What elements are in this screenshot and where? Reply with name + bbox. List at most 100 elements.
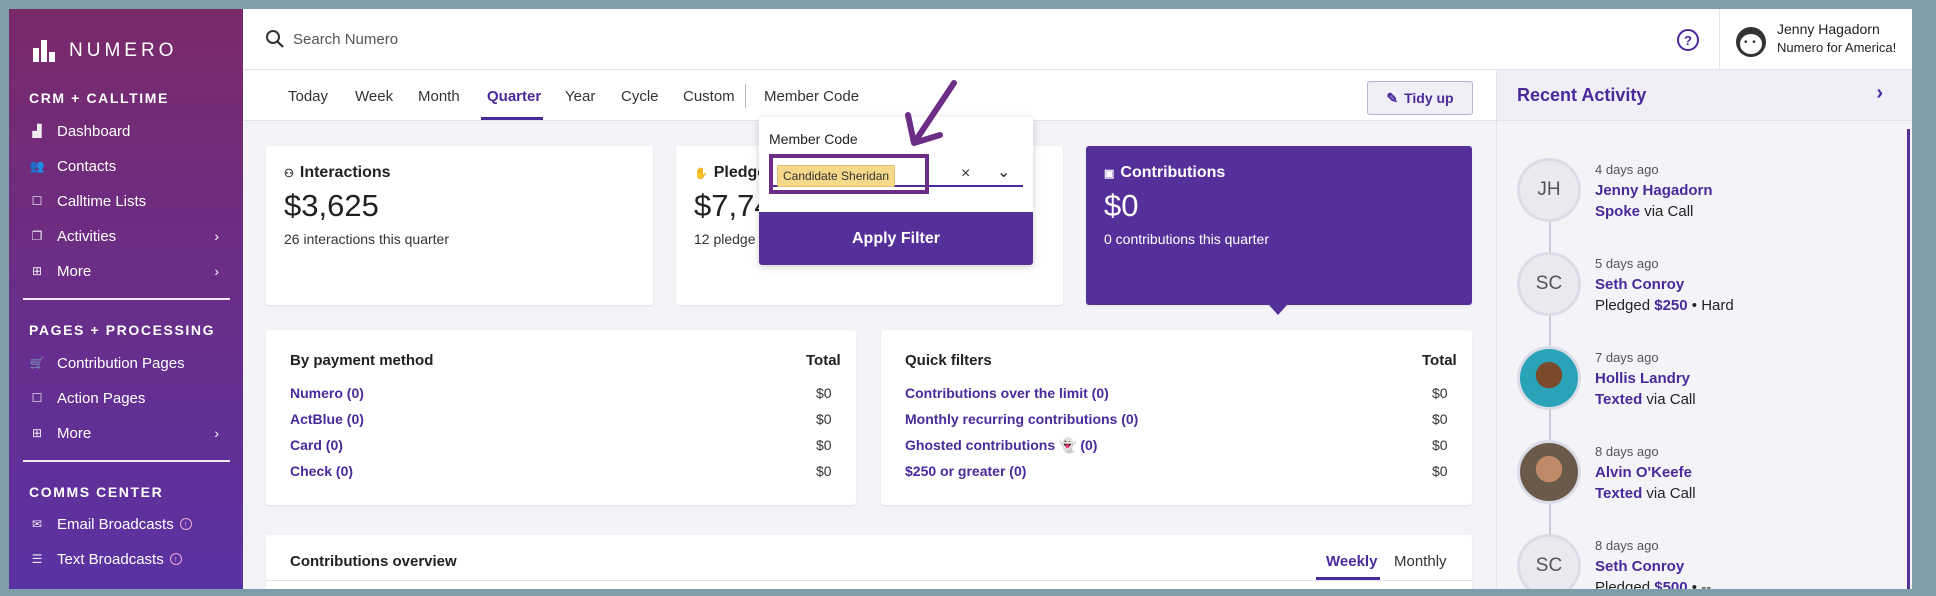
payment-row-check[interactable]: Check (0) — [290, 463, 353, 479]
payment-method-card: By payment method Total Numero (0) $0 Ac… — [266, 330, 856, 505]
sidebar-item-email-broadcasts[interactable]: ✉ Email Broadcasts ↑ — [29, 512, 229, 536]
sidebar-item-label: Dashboard — [57, 122, 131, 140]
activity-time: 7 days ago — [1595, 350, 1659, 365]
tidy-up-label: Tidy up — [1404, 90, 1454, 106]
activity-detail: via Call — [1646, 391, 1696, 408]
search-input[interactable] — [293, 27, 993, 51]
activity-detail: via Call — [1644, 203, 1694, 220]
sidebar-item-contribution-pages[interactable]: 🛒 Contribution Pages — [29, 351, 229, 375]
sidebar-item-label: Activities — [57, 227, 117, 245]
quick-filter-value: $0 — [1432, 437, 1448, 453]
quick-filter-over-limit[interactable]: Contributions over the limit (0) — [905, 385, 1109, 401]
sidebar-item-more-crm[interactable]: ⊞ More › — [29, 259, 229, 283]
tab-weekly[interactable]: Weekly — [1326, 553, 1377, 570]
recent-activity-panel: Recent Activity › JH 4 days ago Jenny Ha… — [1496, 70, 1912, 589]
tab-week[interactable]: Week — [355, 88, 393, 105]
avatar[interactable] — [1517, 346, 1581, 410]
avatar[interactable]: SC — [1517, 252, 1581, 316]
sidebar-item-contacts[interactable]: 👥 Contacts — [29, 154, 229, 178]
activity-name[interactable]: Seth Conroy — [1595, 558, 1684, 575]
sidebar-item-more-pages[interactable]: ⊞ More › — [29, 421, 229, 445]
recent-activity-scrollbar[interactable] — [1907, 129, 1910, 589]
section-title-comms: COMMS CENTER — [29, 484, 164, 500]
activity-time: 8 days ago — [1595, 444, 1659, 459]
sidebar-item-label: Email Broadcasts — [57, 515, 174, 533]
interactions-title: ⚇ Interactions — [284, 164, 391, 182]
quick-filter-value: $0 — [1432, 411, 1448, 427]
annotation-arrow-icon — [905, 80, 957, 146]
sidebar-item-label: Text Broadcasts — [57, 550, 164, 568]
chevron-right-icon[interactable]: › — [1876, 82, 1883, 105]
activity-name[interactable]: Jenny Hagadorn — [1595, 182, 1713, 199]
app-window: NUMERO CRM + CALLTIME ▟ Dashboard 👥 Cont… — [9, 9, 1912, 589]
user-avatar[interactable] — [1736, 27, 1766, 57]
recent-activity-header: Recent Activity › — [1497, 70, 1912, 121]
avatar[interactable] — [1517, 440, 1581, 504]
payment-row-actblue[interactable]: ActBlue (0) — [290, 411, 364, 427]
sidebar-item-label: More — [57, 262, 92, 280]
tab-cycle[interactable]: Cycle — [621, 88, 659, 105]
sidebar-item-action-pages[interactable]: ☐ Action Pages — [29, 386, 229, 410]
avatar[interactable]: SC — [1517, 534, 1581, 589]
activity-action: Pledged — [1595, 297, 1651, 314]
activity-amount: $500 — [1654, 579, 1688, 589]
payment-row-numero[interactable]: Numero (0) — [290, 385, 364, 401]
quick-total-header: Total — [1422, 352, 1457, 369]
sidebar-item-label: More — [57, 424, 92, 442]
tab-month[interactable]: Month — [418, 88, 460, 105]
quick-filter-250-or-greater[interactable]: $250 or greater (0) — [905, 463, 1026, 479]
contributions-overview-card: Contributions overview Weekly Monthly — [266, 535, 1472, 589]
member-code-filter[interactable]: Member Code — [764, 88, 859, 105]
clear-icon[interactable]: × — [961, 165, 970, 183]
magic-wand-icon: ✎ — [1386, 89, 1399, 106]
tab-divider — [745, 84, 746, 108]
activity-name[interactable]: Alvin O'Keefe — [1595, 464, 1692, 481]
payment-value: $0 — [816, 385, 832, 401]
chevron-down-icon[interactable]: ⌄ — [997, 162, 1010, 182]
pledges-sub: 12 pledge — [694, 231, 756, 247]
tab-year[interactable]: Year — [565, 88, 595, 105]
logo-mark-icon — [31, 36, 61, 66]
tidy-up-button[interactable]: ✎ Tidy up — [1367, 81, 1473, 115]
more-icon: ⊞ — [31, 264, 43, 278]
phone-icon: ☐ — [31, 194, 43, 208]
apply-filter-button[interactable]: Apply Filter — [759, 212, 1033, 265]
contributions-title: ▣ Contributions — [1104, 164, 1225, 182]
tab-monthly[interactable]: Monthly — [1394, 553, 1447, 570]
member-code-select[interactable]: Candidate Sheridan × ⌄ — [769, 154, 1023, 194]
sidebar-item-calltime-lists[interactable]: ☐ Calltime Lists — [29, 189, 229, 213]
sidebar-item-dashboard[interactable]: ▟ Dashboard — [29, 119, 229, 143]
avatar[interactable]: JH — [1517, 158, 1581, 222]
activity-detail: • -- — [1691, 579, 1712, 589]
sidebar-item-activities[interactable]: ❐ Activities › — [29, 224, 229, 248]
active-card-pointer — [1269, 305, 1287, 315]
payment-title: By payment method — [290, 352, 434, 369]
upgrade-icon: ↑ — [179, 518, 192, 530]
section-title-crm: CRM + CALLTIME — [29, 90, 169, 106]
tab-custom[interactable]: Custom — [683, 88, 735, 105]
quick-filter-ghosted[interactable]: Ghosted contributions 👻 (0) — [905, 437, 1097, 454]
payment-row-card[interactable]: Card (0) — [290, 437, 343, 453]
tab-quarter[interactable]: Quarter — [487, 88, 541, 105]
overview-title: Contributions overview — [290, 553, 457, 570]
chart-icon: ▟ — [32, 124, 42, 138]
interactions-card[interactable]: ⚇ Interactions $3,625 26 interactions th… — [266, 146, 653, 305]
user-name[interactable]: Jenny Hagadorn — [1777, 21, 1880, 37]
numero-logo[interactable]: NUMERO — [31, 31, 177, 71]
activity-time: 5 days ago — [1595, 256, 1659, 271]
tab-today[interactable]: Today — [288, 88, 328, 105]
activity-desc: Texted via Call — [1595, 391, 1696, 408]
activity-name[interactable]: Hollis Landry — [1595, 370, 1690, 387]
contributions-card[interactable]: ▣ Contributions $0 0 contributions this … — [1086, 146, 1472, 305]
selected-chip[interactable]: Candidate Sheridan — [777, 165, 896, 187]
upgrade-icon: ↑ — [169, 553, 182, 565]
contributions-value: $0 — [1104, 188, 1139, 223]
activity-time: 4 days ago — [1595, 162, 1659, 177]
activity-name[interactable]: Seth Conroy — [1595, 276, 1684, 293]
help-icon[interactable]: ? — [1677, 29, 1699, 51]
activity-detail: • Hard — [1691, 297, 1734, 314]
activity-desc: Texted via Call — [1595, 485, 1696, 502]
sidebar-item-label: Contacts — [57, 157, 117, 175]
quick-filter-monthly-recurring[interactable]: Monthly recurring contributions (0) — [905, 411, 1138, 427]
sidebar-item-text-broadcasts[interactable]: ☰ Text Broadcasts ↑ — [29, 547, 229, 571]
